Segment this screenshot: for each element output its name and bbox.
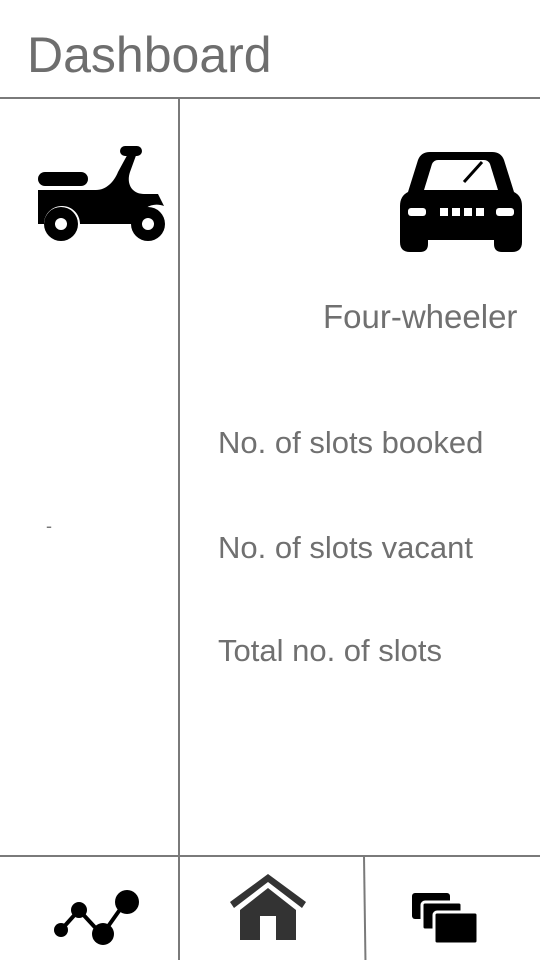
nav-divider-2 <box>363 855 367 960</box>
analytics-icon <box>54 890 139 945</box>
stacked-cards-icon <box>412 893 480 946</box>
slots-vacant-label: No. of slots vacant <box>218 530 474 565</box>
header-divider <box>0 97 540 99</box>
total-slots-label: Total no. of slots <box>218 633 443 668</box>
home-icon <box>230 874 306 940</box>
two-wheeler-tile[interactable] <box>36 142 172 246</box>
vehicle-type-label: Four-wheeler <box>323 298 518 335</box>
panel-divider <box>178 98 180 960</box>
two-wheeler-value: - <box>46 516 52 536</box>
nav-analytics[interactable] <box>52 888 142 948</box>
scooter-icon <box>38 146 165 241</box>
four-wheeler-tile[interactable] <box>400 152 522 252</box>
slots-booked-label: No. of slots booked <box>218 425 484 460</box>
nav-home[interactable] <box>226 872 310 944</box>
car-icon <box>400 152 522 252</box>
nav-divider <box>0 855 540 857</box>
nav-stacked-cards[interactable] <box>410 890 480 946</box>
page-title: Dashboard <box>27 27 272 83</box>
